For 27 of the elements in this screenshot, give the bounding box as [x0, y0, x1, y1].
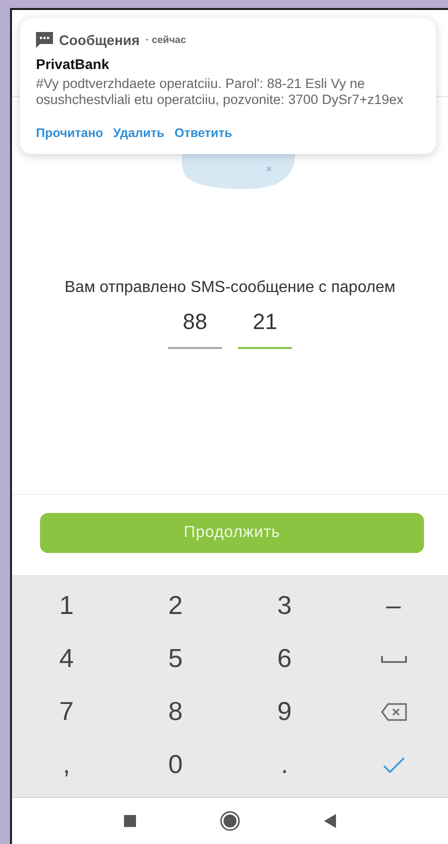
keyboard-key[interactable]: 6 — [230, 632, 339, 685]
keyboard-key[interactable]: 2 — [121, 579, 230, 632]
keyboard-key[interactable]: 1 — [12, 579, 121, 632]
space-icon — [380, 654, 406, 662]
keyboard-key[interactable]: 8 — [121, 685, 230, 738]
home-icon[interactable] — [220, 811, 240, 831]
backspace-icon — [380, 702, 406, 720]
keyboard-key[interactable]: 0 — [121, 738, 230, 791]
recents-icon[interactable] — [124, 815, 136, 827]
back-icon[interactable] — [324, 814, 336, 828]
keyboard-key[interactable]: 7 — [12, 685, 121, 738]
keyboard-key[interactable]: . — [230, 738, 339, 791]
code-field[interactable]: 88 — [168, 309, 222, 349]
keyboard-key[interactable]: 5 — [121, 632, 230, 685]
keyboard-key[interactable]: , — [12, 738, 121, 791]
keyboard-key[interactable]: 4 — [12, 632, 121, 685]
message-text: #Vy podtverzhdaete operatciiu. Parol': 88-21 Esli Vy ne osushchestvliali etu operatciiu, pozvonite: 3700 DySr7+z19ex — [36, 76, 404, 108]
app-name: Сообщения — [59, 32, 140, 48]
code-field[interactable]: 21 — [238, 309, 292, 349]
keyboard-key[interactable]: 9 — [230, 685, 339, 738]
instruction-text: Вам отправлено SMS-сообщение с паролем — [64, 279, 396, 297]
keyboard-key[interactable]: – — [339, 579, 448, 632]
sender-name: PrivatBank — [36, 56, 110, 72]
checkmark-icon — [382, 756, 404, 772]
keyboard-key[interactable]: 3 — [230, 579, 339, 632]
message-icon — [36, 32, 53, 48]
notification-time: · сейчас — [146, 34, 186, 46]
